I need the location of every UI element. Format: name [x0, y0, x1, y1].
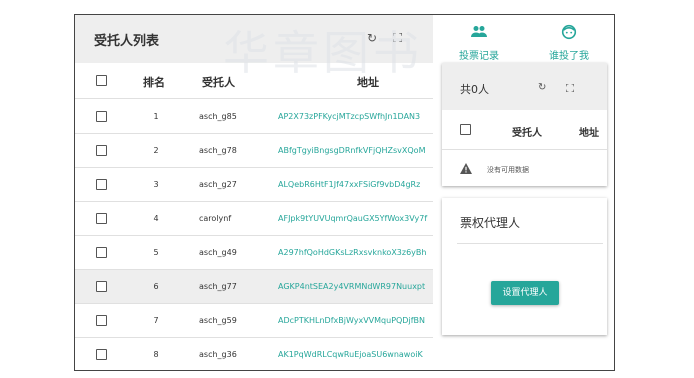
app-frame: 受托人列表 ↻ 华章图书 排名 受托人 地址 1 asch_g85 AP2X73…	[74, 14, 615, 371]
tab-who-voted-me[interactable]: 谁投了我	[529, 15, 609, 63]
vote-records-table-header: 受托人 地址	[442, 110, 607, 150]
fullscreen-icon[interactable]	[566, 84, 574, 92]
row-address[interactable]: ABfgTgyiBngsgDRnfkVFjQHZsvXQoM	[278, 146, 433, 155]
row-name: asch_g78	[199, 146, 237, 155]
people-icon	[471, 26, 487, 37]
row-checkbox[interactable]	[96, 349, 107, 360]
row-name: asch_g36	[199, 350, 237, 359]
face-icon	[561, 24, 577, 40]
row-checkbox[interactable]	[96, 111, 107, 122]
delegate-table-header: 排名 受托人 地址	[75, 63, 433, 99]
row-name: asch_g27	[199, 180, 237, 189]
row-checkbox[interactable]	[96, 179, 107, 190]
table-row[interactable]: 6 asch_g77 AGKP4ntSEA2y4VRMNdWR97Nuuxpt	[75, 270, 433, 304]
column-header-address[interactable]: 地址	[357, 74, 379, 90]
table-row[interactable]: 5 asch_g49 A297hfQoHdGKsLzRxsvknkoX3z6yB…	[75, 236, 433, 270]
vote-count-title: 共0人	[460, 83, 489, 96]
refresh-icon[interactable]: ↻	[367, 31, 377, 45]
table-row[interactable]: 7 asch_g59 ADcPTKHLnDfxBjWyxVVMquPQDjfBN	[75, 304, 433, 338]
row-checkbox[interactable]	[96, 281, 107, 292]
warning-icon	[460, 163, 472, 174]
row-address[interactable]: AK1PqWdRLCqwRuEjoaSU6wnawoiK	[278, 350, 433, 359]
delegate-list-header: 受托人列表 ↻	[75, 15, 433, 63]
row-name: asch_g49	[199, 248, 237, 257]
row-rank: 7	[153, 316, 159, 325]
column-header-rank[interactable]: 排名	[143, 74, 165, 90]
proxy-card-title: 票权代理人	[460, 216, 521, 230]
tab-vote-records-label: 投票记录	[459, 51, 499, 62]
fullscreen-icon[interactable]	[393, 33, 402, 42]
table-row[interactable]: 2 asch_g78 ABfgTgyiBngsgDRnfkVFjQHZsvXQo…	[75, 134, 433, 168]
row-rank: 4	[153, 214, 159, 223]
row-name: asch_g85	[199, 112, 237, 121]
row-address[interactable]: AP2X73zPFKycjMTzcpSWfhJn1DAN3	[278, 112, 433, 121]
table-row[interactable]: 4 carolynf AFJpk9tYUVUqmrQauGX5YfWox3Vy7…	[75, 202, 433, 236]
vote-records-header: 共0人 ↻	[442, 63, 607, 110]
row-checkbox[interactable]	[96, 145, 107, 156]
row-rank: 3	[153, 180, 159, 189]
column-header-address[interactable]: 地址	[579, 124, 599, 139]
table-row[interactable]: 8 asch_g36 AK1PqWdRLCqwRuEjoaSU6wnawoiK	[75, 338, 433, 370]
row-checkbox[interactable]	[96, 213, 107, 224]
empty-state-text: 没有可用数据	[487, 166, 529, 174]
row-rank: 2	[153, 146, 159, 155]
divider	[457, 243, 603, 244]
vote-records-card: 共0人 ↻ 受托人 地址 没有可用数据	[442, 63, 607, 186]
proxy-card: 票权代理人 设置代理人	[442, 198, 607, 335]
row-checkbox[interactable]	[96, 315, 107, 326]
row-address[interactable]: ADcPTKHLnDfxBjWyxVVMquPQDjfBN	[278, 316, 433, 325]
row-name: asch_g77	[199, 282, 237, 291]
select-all-checkbox[interactable]	[96, 75, 107, 86]
table-row[interactable]: 1 asch_g85 AP2X73zPFKycjMTzcpSWfhJn1DAN3	[75, 100, 433, 134]
tab-vote-records[interactable]: 投票记录	[439, 15, 519, 63]
row-rank: 6	[153, 282, 159, 291]
delegate-list-title: 受托人列表	[94, 34, 160, 49]
tab-who-voted-me-label: 谁投了我	[549, 51, 589, 62]
row-name: carolynf	[199, 214, 232, 223]
delegate-list-card: 受托人列表 ↻ 华章图书 排名 受托人 地址 1 asch_g85 AP2X73…	[75, 15, 433, 370]
row-address[interactable]: AFJpk9tYUVUqmrQauGX5YfWox3Vy7f	[278, 214, 433, 223]
set-proxy-button[interactable]: 设置代理人	[491, 281, 559, 305]
row-rank: 1	[153, 112, 159, 121]
column-header-name[interactable]: 受托人	[202, 74, 235, 90]
row-rank: 8	[153, 350, 159, 359]
row-address[interactable]: ALQebR6HtF1Jf47xxFSiGf9vbD4gRz	[278, 180, 433, 189]
row-checkbox[interactable]	[96, 247, 107, 258]
row-name: asch_g59	[199, 316, 237, 325]
select-all-checkbox[interactable]	[460, 124, 471, 135]
row-address[interactable]: AGKP4ntSEA2y4VRMNdWR97Nuuxpt	[278, 282, 433, 291]
row-address[interactable]: A297hfQoHdGKsLzRxsvknkoX3z6yBh	[278, 248, 433, 257]
table-row[interactable]: 3 asch_g27 ALQebR6HtF1Jf47xxFSiGf9vbD4gR…	[75, 168, 433, 202]
empty-state: 没有可用数据	[442, 151, 607, 186]
refresh-icon[interactable]: ↻	[538, 82, 546, 93]
column-header-name[interactable]: 受托人	[512, 124, 542, 139]
row-rank: 5	[153, 248, 159, 257]
vote-tabs: 投票记录 谁投了我	[437, 15, 614, 63]
